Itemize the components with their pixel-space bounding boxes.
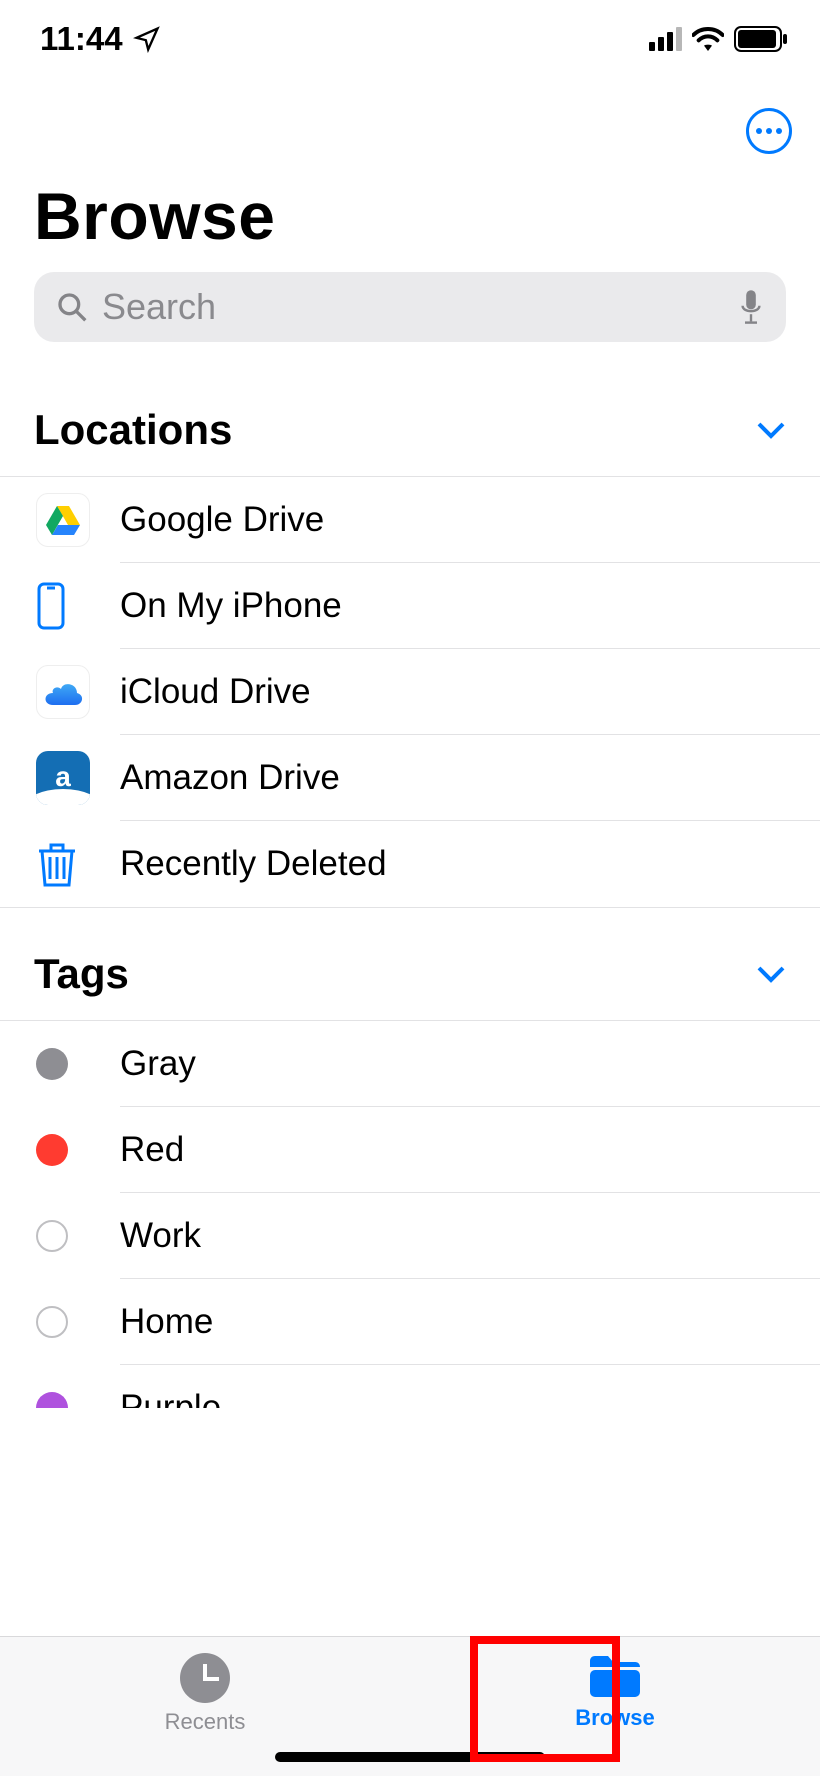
tag-work[interactable]: Work — [0, 1193, 820, 1279]
more-options-button[interactable] — [746, 108, 792, 154]
list-item-label: Gray — [120, 1021, 820, 1107]
clock-icon — [180, 1653, 230, 1703]
status-right — [649, 26, 790, 52]
tag-dot-icon — [36, 1392, 68, 1408]
search-field[interactable] — [34, 272, 786, 342]
tags-header[interactable]: Tags — [0, 908, 820, 1020]
list-item-label: Google Drive — [120, 477, 820, 563]
search-icon — [56, 291, 88, 323]
tag-dot-icon — [36, 1306, 68, 1338]
location-amazon-drive[interactable]: a Amazon Drive — [0, 735, 820, 821]
home-indicator[interactable] — [275, 1752, 545, 1762]
tab-bar: Recents Browse — [0, 1636, 820, 1776]
tag-dot-icon — [36, 1134, 68, 1166]
location-on-my-iphone[interactable]: On My iPhone — [0, 563, 820, 649]
tab-label: Recents — [165, 1709, 246, 1735]
list-item-label: iCloud Drive — [120, 649, 820, 735]
cellular-signal-icon — [649, 27, 682, 51]
location-icloud-drive[interactable]: iCloud Drive — [0, 649, 820, 735]
status-bar: 11:44 — [0, 0, 820, 78]
list-item-label: Purple — [120, 1365, 820, 1408]
trash-icon — [36, 841, 78, 887]
top-actions — [0, 78, 820, 168]
chevron-down-icon — [756, 420, 786, 440]
tags-title: Tags — [34, 950, 129, 998]
locations-header[interactable]: Locations — [0, 364, 820, 476]
list-item-label: Home — [120, 1279, 820, 1365]
iphone-icon — [36, 582, 66, 630]
list-item-label: Recently Deleted — [120, 821, 820, 907]
battery-icon — [734, 26, 790, 52]
tags-list: Gray Red Work Home Purple — [0, 1020, 820, 1408]
list-item-label: Amazon Drive — [120, 735, 820, 821]
status-left: 11:44 — [40, 20, 161, 58]
wifi-icon — [692, 27, 724, 51]
list-item-label: Red — [120, 1107, 820, 1193]
status-time: 11:44 — [40, 20, 123, 58]
icloud-icon — [36, 665, 90, 719]
tag-purple[interactable]: Purple — [0, 1365, 820, 1408]
more-dot-icon — [756, 128, 762, 134]
tag-dot-icon — [36, 1048, 68, 1080]
tab-label: Browse — [575, 1705, 654, 1731]
tag-gray[interactable]: Gray — [0, 1021, 820, 1107]
tag-home[interactable]: Home — [0, 1279, 820, 1365]
folder-icon — [586, 1653, 644, 1699]
locations-list: Google Drive On My iPhone — [0, 476, 820, 908]
page-title: Browse — [0, 168, 820, 272]
chevron-down-icon — [756, 964, 786, 984]
location-arrow-icon — [133, 25, 161, 53]
list-item-label: On My iPhone — [120, 563, 820, 649]
search-container — [0, 272, 820, 364]
microphone-icon[interactable] — [738, 289, 764, 325]
amazon-drive-icon: a — [36, 751, 90, 805]
google-drive-icon — [36, 493, 90, 547]
tag-dot-icon — [36, 1220, 68, 1252]
list-item-label: Work — [120, 1193, 820, 1279]
more-dot-icon — [766, 128, 772, 134]
search-input[interactable] — [102, 286, 724, 328]
location-recently-deleted[interactable]: Recently Deleted — [0, 821, 820, 907]
locations-title: Locations — [34, 406, 232, 454]
location-google-drive[interactable]: Google Drive — [0, 477, 820, 563]
more-dot-icon — [776, 128, 782, 134]
tag-red[interactable]: Red — [0, 1107, 820, 1193]
